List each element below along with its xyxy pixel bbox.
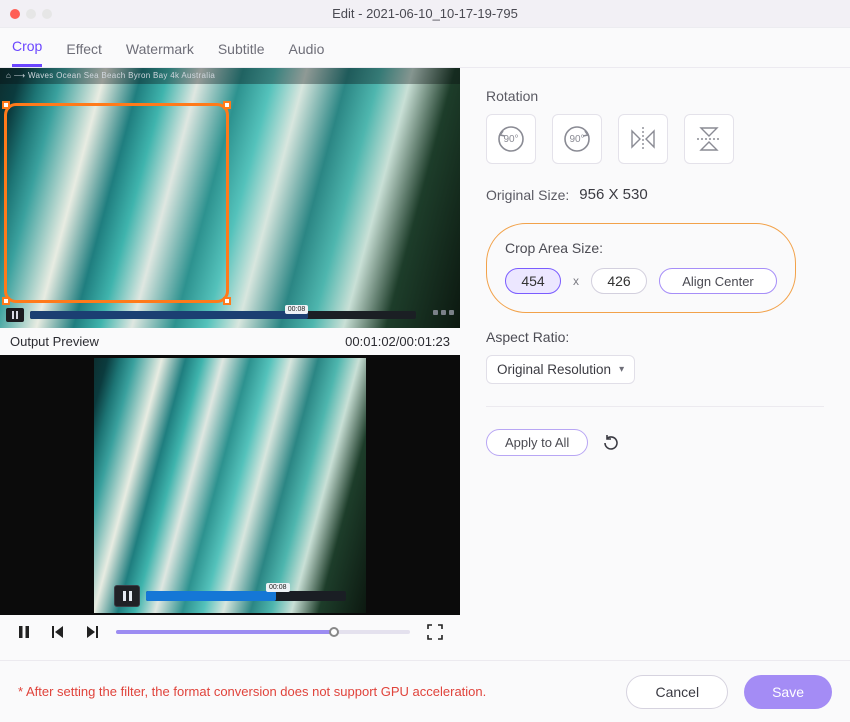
preview-seek-time: 00:08 [266,583,290,592]
source-seek-bar[interactable]: 00:08 [30,311,416,319]
output-preview-player[interactable]: 00:08 [0,355,460,615]
apply-to-all-button[interactable]: Apply to All [486,429,588,456]
original-size-value: 956 X 530 [579,186,647,203]
flip-horizontal-button[interactable] [618,114,668,164]
main-area: ⌂ ⟶ Waves Ocean Sea Beach Byron Bay 4k A… [0,68,850,660]
maximize-window-button[interactable] [42,9,52,19]
crop-handle-bottom-left[interactable] [2,297,10,305]
close-window-button[interactable] [10,9,20,19]
rotate-ccw-button[interactable]: 90° [486,114,536,164]
step-back-button[interactable] [48,622,68,642]
preview-timecode: 00:01:02/00:01:23 [345,334,450,349]
source-video-player[interactable]: ⌂ ⟶ Waves Ocean Sea Beach Byron Bay 4k A… [0,68,460,328]
flip-vertical-button[interactable] [684,114,734,164]
source-seek-progress [30,311,308,319]
editor-tabs: Crop Effect Watermark Subtitle Audio [0,28,850,68]
source-seek-time: 00:08 [285,305,309,314]
transport-pause-button[interactable] [14,622,34,642]
save-button[interactable]: Save [744,675,832,709]
crop-handle-top-right[interactable] [223,101,231,109]
tab-subtitle[interactable]: Subtitle [218,33,265,67]
tab-crop[interactable]: Crop [12,30,42,67]
source-pause-button[interactable] [6,308,24,322]
gpu-warning-text: * After setting the filter, the format c… [18,684,486,699]
crop-area-label: Crop Area Size: [505,240,777,256]
rotation-label: Rotation [486,88,824,104]
crop-width-input[interactable] [505,268,561,294]
output-preview-frame: 00:08 [94,358,366,613]
reset-button[interactable] [602,434,620,452]
window-title: Edit - 2021-06-10_10-17-19-795 [0,6,850,21]
chevron-down-icon: ▾ [619,364,624,375]
rotate-cw-text: 90° [569,134,584,145]
panel-divider [486,406,824,407]
crop-area-controls: x Align Center [505,268,777,294]
preview-mini-controls: 00:08 [114,585,346,607]
crop-height-input[interactable] [591,268,647,294]
crop-size-separator: x [573,274,579,288]
align-center-button[interactable]: Align Center [659,268,777,294]
preview-header: Output Preview 00:01:02/00:01:23 [0,328,460,355]
tab-watermark[interactable]: Watermark [126,33,194,67]
aspect-ratio-value: Original Resolution [497,362,611,377]
fullscreen-button[interactable] [424,621,446,643]
window-controls [10,9,52,19]
minimize-window-button[interactable] [26,9,36,19]
crop-settings-panel: Rotation 90° 90° [460,68,850,660]
rotate-cw-button[interactable]: 90° [552,114,602,164]
apply-row: Apply to All [486,429,824,456]
cancel-button[interactable]: Cancel [626,675,728,709]
tab-audio[interactable]: Audio [289,33,325,67]
preview-pause-button[interactable] [114,585,140,607]
footer-bar: * After setting the filter, the format c… [0,660,850,722]
aspect-ratio-label: Aspect Ratio: [486,329,824,345]
rotation-buttons: 90° 90° [486,114,824,164]
aspect-ratio-select[interactable]: Original Resolution ▾ [486,355,635,384]
crop-handle-bottom-right[interactable] [223,297,231,305]
source-mini-controls: 00:08 [6,307,454,323]
tab-effect[interactable]: Effect [66,33,102,67]
original-size-row: Original Size: 956 X 530 [486,186,824,203]
timeline-slider[interactable] [116,630,410,634]
preview-label: Output Preview [10,334,99,349]
left-column: ⌂ ⟶ Waves Ocean Sea Beach Byron Bay 4k A… [0,68,460,660]
video-tags: ⌂ ⟶ Waves Ocean Sea Beach Byron Bay 4k A… [0,68,460,84]
transport-controls [0,615,460,648]
crop-handle-top-left[interactable] [2,101,10,109]
timeline-knob[interactable] [329,627,339,637]
step-forward-button[interactable] [82,622,102,642]
rotate-ccw-text: 90° [503,134,518,145]
original-size-label: Original Size: [486,187,569,203]
preview-seek-progress [146,591,276,601]
timeline-fill [116,630,334,634]
source-info-icons [422,310,454,320]
title-bar: Edit - 2021-06-10_10-17-19-795 [0,0,850,28]
crop-area-fieldset: Crop Area Size: x Align Center [486,223,796,313]
crop-rectangle[interactable] [4,103,229,303]
preview-seek-bar[interactable]: 00:08 [146,591,346,601]
video-tags-bar: ⌂ ⟶ Waves Ocean Sea Beach Byron Bay 4k A… [0,68,460,84]
